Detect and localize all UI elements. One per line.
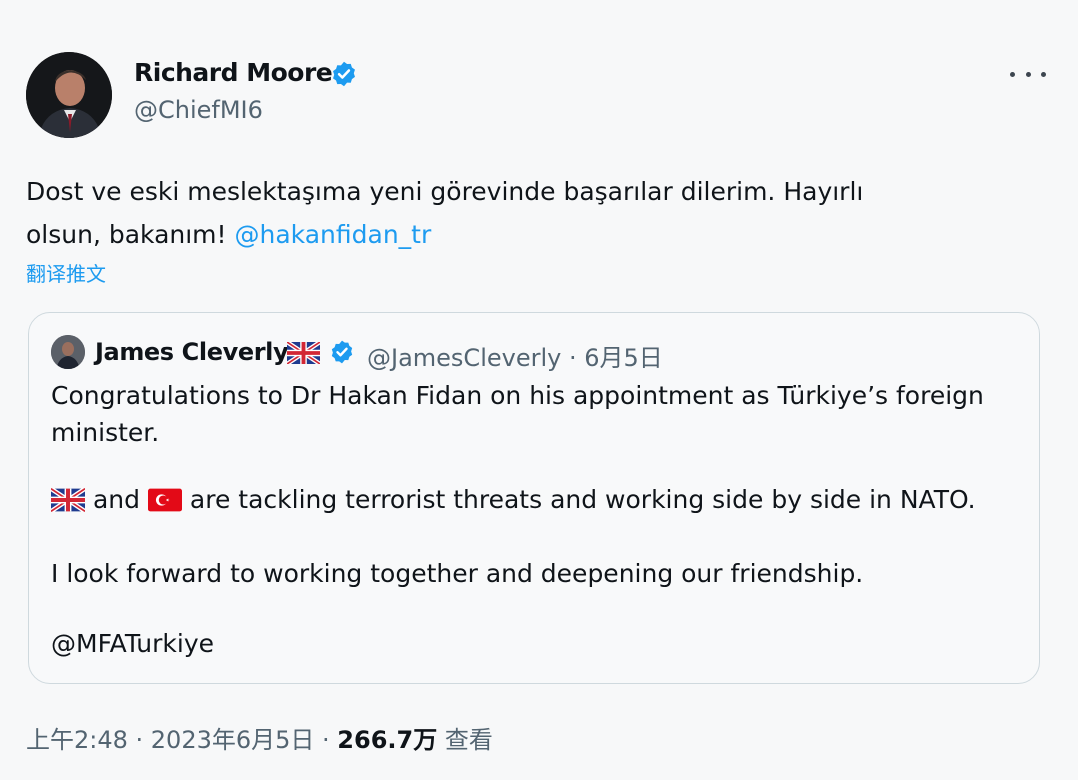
views-label: 查看 (437, 726, 493, 754)
quoted-line3-b: are tackling terrorist threats and worki… (189, 485, 976, 514)
quoted-line3: and are tackling terrorist threats and w… (51, 485, 976, 514)
quoted-avatar[interactable] (51, 335, 85, 369)
tweet-card: Richard Moore @ChiefMI6 Dost ve eski mes… (0, 0, 1078, 780)
view-count: 266.7万 (337, 726, 438, 754)
quoted-verified-badge-icon (331, 340, 353, 364)
verified-badge-icon (333, 61, 355, 87)
quoted-text-para1: Congratulations to Dr Hakan Fidan on his… (51, 377, 1011, 451)
quoted-handle-date[interactable]: @JamesCleverly · 6月5日 (367, 338, 663, 373)
uk-flag-icon (287, 342, 320, 364)
tweet-text-line2: olsun, bakanım! @hakanfidan_tr (26, 213, 986, 256)
author-avatar[interactable] (26, 52, 112, 138)
author-handle[interactable]: @ChiefMI6 (134, 96, 263, 124)
quoted-line4: I look forward to working together and d… (51, 559, 864, 588)
quoted-author-name[interactable]: James Cleverly (95, 338, 289, 366)
more-options-icon[interactable] (1010, 62, 1046, 86)
quoted-tweet[interactable]: James Cleverly @JamesCleverly · 6月5日 Con… (28, 312, 1040, 684)
tweet-meta: 上午2:48 · 2023年6月5日 · 266.7万 查看 (26, 720, 493, 755)
quoted-line2: minister. (51, 418, 160, 447)
translate-link[interactable]: 翻译推文 (26, 258, 106, 287)
quoted-mention[interactable]: @MFATurkiye (51, 629, 214, 658)
tweet-text-line2-plain: olsun, bakanım! (26, 220, 235, 249)
quoted-line1: Congratulations to Dr Hakan Fidan on his… (51, 381, 984, 410)
uk-flag-inline-icon (51, 488, 85, 512)
tweet-timestamp[interactable]: 上午2:48 · 2023年6月5日 · (26, 726, 337, 754)
quoted-line3-a: and (92, 485, 140, 514)
tweet-text-line1: Dost ve eski meslektaşıma yeni görevinde… (26, 177, 864, 206)
tweet-text: Dost ve eski meslektaşıma yeni görevinde… (26, 170, 986, 256)
mention-link[interactable]: @hakanfidan_tr (235, 220, 432, 249)
turkey-flag-icon (147, 488, 182, 512)
author-name[interactable]: Richard Moore (134, 58, 333, 87)
